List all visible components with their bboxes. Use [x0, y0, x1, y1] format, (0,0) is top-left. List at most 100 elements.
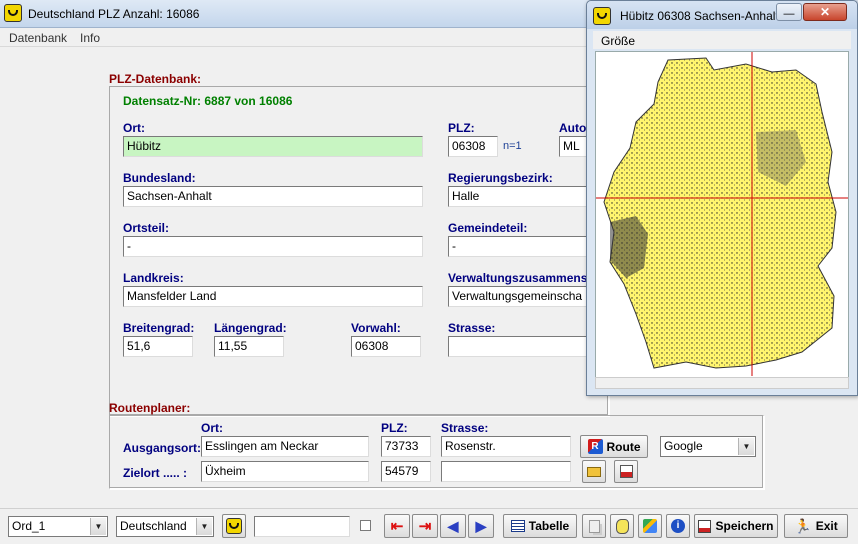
ort-field[interactable]: Hübitz: [123, 136, 423, 157]
plz-label: PLZ:: [448, 121, 475, 135]
copy-button[interactable]: [582, 514, 606, 538]
start-ort-field[interactable]: Esslingen am Neckar: [201, 436, 369, 457]
dest-plz-field[interactable]: 54579: [381, 461, 431, 482]
print-route-button[interactable]: [614, 460, 638, 483]
toolbar-search-input[interactable]: [254, 516, 350, 537]
laenge-field[interactable]: 11,55: [214, 336, 284, 357]
copy-icon: [588, 519, 600, 533]
menu-groesse[interactable]: Größe: [601, 34, 635, 48]
germany-map-svg: [596, 52, 848, 376]
bottom-toolbar: Ord_1 ▼ Deutschland ▼ ⇤ ⇥ ◀ ▶ Tabelle i …: [0, 508, 858, 544]
start-plz-field[interactable]: 73733: [381, 436, 431, 457]
folder-icon: [587, 466, 601, 477]
route-button[interactable]: R Route: [580, 435, 648, 458]
speichern-button-label: Speichern: [715, 519, 774, 533]
ortsteil-field[interactable]: -: [123, 236, 423, 257]
map-menubar: Größe: [593, 31, 851, 49]
vwz-label: Verwaltungszusammensc: [448, 271, 595, 285]
map-titlebar[interactable]: Hübitz 06308 Sachsen-Anhalt ... — ✕: [587, 1, 857, 29]
horn-logo-button[interactable]: [222, 514, 246, 538]
prev-record-button[interactable]: ◀: [440, 514, 466, 538]
tabelle-button-label: Tabelle: [528, 519, 570, 533]
main-window-title: Deutschland PLZ Anzahl: 16086: [28, 7, 200, 21]
minimize-icon: —: [783, 8, 795, 20]
chevron-down-icon: ▼: [196, 518, 212, 535]
country-select[interactable]: Deutschland ▼: [116, 516, 214, 537]
save-icon: [698, 519, 712, 533]
germany-map-icon: [615, 518, 629, 534]
sort-select[interactable]: Ord_1 ▼: [8, 516, 108, 537]
regbez-label: Regierungsbezirk:: [448, 171, 553, 185]
plz-db-group-title: PLZ-Datenbank:: [109, 72, 202, 86]
laenge-label: Längengrad:: [214, 321, 287, 335]
first-record-button[interactable]: ⇤: [384, 514, 410, 538]
app-logo-icon[interactable]: [4, 4, 22, 22]
vorwahl-label: Vorwahl:: [351, 321, 401, 335]
running-man-exit-icon: 🏃: [794, 517, 812, 534]
landkreis-label: Landkreis:: [123, 271, 184, 285]
menu-info[interactable]: Info: [80, 31, 100, 45]
germany-map[interactable]: [595, 51, 849, 387]
start-label: Ausgangsort:: [123, 441, 201, 455]
menu-datenbank[interactable]: Datenbank: [9, 31, 67, 45]
dest-ort-field[interactable]: Üxheim: [201, 461, 369, 482]
exit-button-label: Exit: [815, 519, 838, 533]
post-horn-icon: [226, 518, 242, 534]
ortsteil-label: Ortsteil:: [123, 221, 170, 235]
open-folder-button[interactable]: [582, 460, 606, 483]
tabelle-button[interactable]: Tabelle: [503, 514, 577, 538]
print-icon: [619, 465, 633, 478]
route-r-icon: R: [587, 439, 603, 454]
auto-label: Auto: [559, 121, 587, 135]
vwz-field[interactable]: Verwaltungsgemeinscha: [448, 286, 598, 307]
landkreis-field[interactable]: Mansfelder Land: [123, 286, 423, 307]
start-strasse-field[interactable]: Rosenstr.: [441, 436, 571, 457]
close-icon: ✕: [819, 5, 831, 19]
route-col-plz: PLZ:: [381, 421, 408, 435]
map-app-logo-icon: [593, 7, 611, 25]
route-col-strasse: Strasse:: [441, 421, 489, 435]
breite-field[interactable]: 51,6: [123, 336, 193, 357]
sort-select-value: Ord_1: [12, 519, 46, 533]
map-scrollbar[interactable]: [595, 377, 849, 389]
gemeindeteil-field[interactable]: -: [448, 236, 598, 257]
google-maps-button[interactable]: [638, 514, 662, 538]
speichern-button[interactable]: Speichern: [694, 514, 778, 538]
bundesland-label: Bundesland:: [123, 171, 196, 185]
exit-button[interactable]: 🏃 Exit: [784, 514, 848, 538]
toolbar-checkbox[interactable]: [360, 520, 371, 531]
dest-label: Zielort ..... :: [123, 466, 188, 480]
arrow-right-last-icon: ⇥: [418, 518, 432, 535]
map-window: Hübitz 06308 Sachsen-Anhalt ... — ✕ Größ…: [586, 0, 858, 396]
route-provider-value: Google: [664, 439, 703, 453]
plz-count: n=1: [503, 140, 522, 152]
minimize-button[interactable]: —: [776, 3, 802, 21]
chevron-down-icon: ▼: [90, 518, 106, 535]
close-button[interactable]: ✕: [803, 3, 847, 21]
last-record-button[interactable]: ⇥: [412, 514, 438, 538]
google-maps-icon: [643, 519, 657, 533]
regbez-field[interactable]: Halle: [448, 186, 598, 207]
ort-label: Ort:: [123, 121, 145, 135]
plz-field[interactable]: 06308: [448, 136, 498, 157]
gemeindeteil-label: Gemeindeteil:: [448, 221, 528, 235]
route-provider-select[interactable]: Google ▼: [660, 436, 756, 457]
route-button-label: Route: [606, 439, 641, 454]
dest-strasse-field[interactable]: [441, 461, 571, 482]
country-select-value: Deutschland: [120, 519, 187, 533]
info-icon: i: [671, 519, 685, 533]
map-tool-button[interactable]: [610, 514, 634, 538]
record-number: Datensatz-Nr: 6887 von 16086: [123, 94, 293, 108]
bundesland-field[interactable]: Sachsen-Anhalt: [123, 186, 423, 207]
info-button[interactable]: i: [666, 514, 690, 538]
chevron-down-icon: ▼: [738, 438, 754, 455]
route-group-title: Routenplaner:: [109, 401, 191, 415]
triangle-left-icon: ◀: [447, 517, 459, 534]
strasse-field[interactable]: [448, 336, 598, 357]
breite-label: Breitengrad:: [123, 321, 195, 335]
germany-outline: [603, 57, 837, 369]
vorwahl-field[interactable]: 06308: [351, 336, 421, 357]
next-record-button[interactable]: ▶: [468, 514, 494, 538]
triangle-right-icon: ▶: [475, 517, 487, 534]
arrow-left-first-icon: ⇤: [390, 518, 404, 535]
